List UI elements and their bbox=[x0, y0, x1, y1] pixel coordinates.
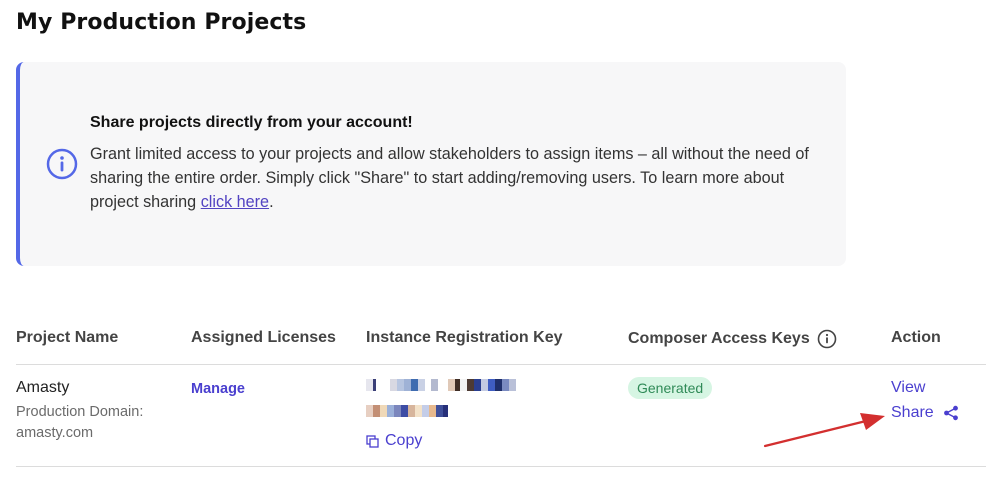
header-project-name: Project Name bbox=[16, 329, 119, 346]
header-instance-registration-key: Instance Registration Key bbox=[366, 329, 563, 346]
info-banner-title: Share projects directly from your accoun… bbox=[90, 114, 413, 131]
manage-licenses-link[interactable]: Manage bbox=[191, 381, 245, 397]
table-row-divider bbox=[16, 466, 986, 467]
registration-key-redacted-line-1 bbox=[366, 379, 516, 391]
share-project-link[interactable]: Share bbox=[891, 404, 959, 422]
info-banner-text: Grant limited access to your projects an… bbox=[90, 145, 809, 211]
table-header-divider bbox=[16, 364, 986, 365]
header-composer-access-keys-label: Composer Access Keys bbox=[628, 330, 810, 347]
share-label: Share bbox=[891, 404, 934, 421]
copy-label: Copy bbox=[385, 432, 423, 449]
copy-icon bbox=[366, 434, 379, 448]
header-composer-access-keys: Composer Access Keys bbox=[628, 329, 837, 349]
header-assigned-licenses: Assigned Licenses bbox=[191, 329, 336, 346]
click-here-link[interactable]: click here bbox=[201, 193, 269, 211]
project-name: Amasty bbox=[16, 379, 70, 396]
share-icon bbox=[943, 405, 958, 421]
view-project-link[interactable]: View bbox=[891, 379, 925, 397]
copy-key-button[interactable]: Copy bbox=[366, 432, 422, 450]
info-banner: Share projects directly from your accoun… bbox=[16, 62, 846, 266]
info-circle-icon bbox=[46, 148, 78, 180]
info-banner-body: Grant limited access to your projects an… bbox=[90, 142, 835, 214]
production-domain-label: Production Domain: bbox=[16, 404, 144, 420]
info-banner-trailing: . bbox=[269, 193, 274, 211]
header-action: Action bbox=[891, 329, 941, 346]
production-domain-value: amasty.com bbox=[16, 425, 94, 441]
composer-status-badge: Generated bbox=[628, 377, 713, 399]
info-icon[interactable] bbox=[817, 329, 837, 349]
registration-key-redacted-line-2 bbox=[366, 405, 448, 417]
page-title: My Production Projects bbox=[16, 10, 307, 35]
